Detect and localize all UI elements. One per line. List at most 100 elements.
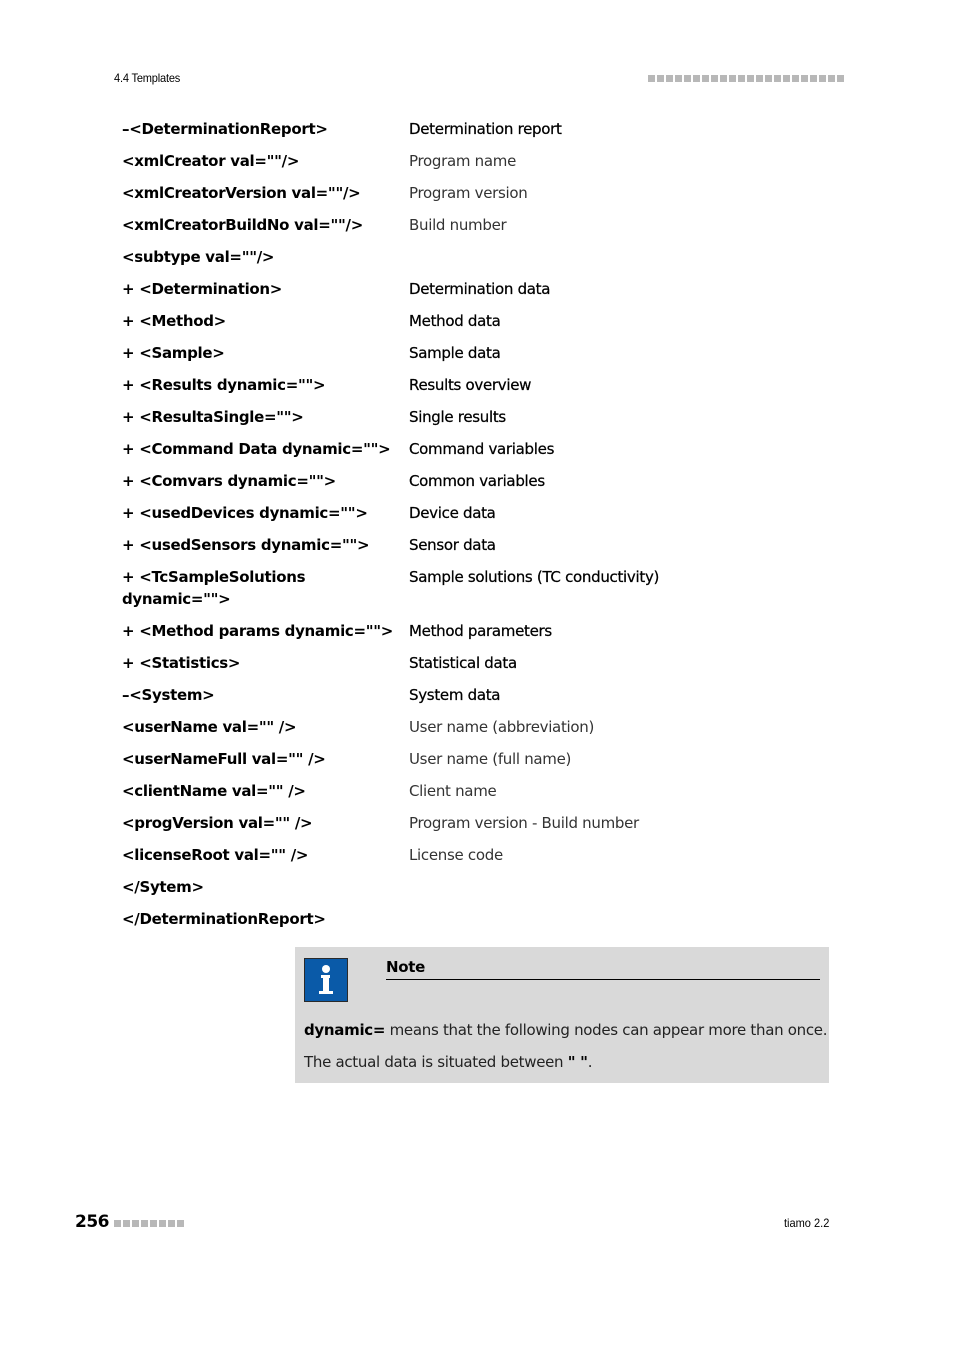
note-text-line-2: The actual data is situated between " ". (304, 1051, 592, 1073)
decoration-square (765, 75, 772, 82)
decoration-square (675, 75, 682, 82)
xml-tag: </DeterminationReport> (122, 910, 326, 928)
xml-tag: + <Determination> (122, 280, 283, 298)
table-row: <subtype val=""/> (122, 246, 842, 278)
xml-tag: + <TcSampleSolutions dynamic=""> (122, 568, 306, 608)
decoration-square (783, 75, 790, 82)
footer-decoration (114, 1220, 184, 1227)
table-row: –<System> System data (122, 684, 842, 716)
tag-description: Method data (409, 312, 501, 330)
tag-description: Results overview (409, 376, 532, 394)
note-text-2-suffix: . (587, 1053, 593, 1071)
table-row: + <usedDevices dynamic=""> Device data (122, 502, 842, 534)
xml-tag: + <Command Data dynamic=""> (122, 440, 391, 458)
decoration-square (711, 75, 718, 82)
tag-description: User name (abbreviation) (409, 718, 595, 736)
decoration-square (666, 75, 673, 82)
table-row: <userName val="" /> User name (abbreviati… (122, 716, 842, 748)
decoration-square (132, 1220, 139, 1227)
note-quotes: " " (567, 1053, 588, 1071)
tag-description: Determination report (409, 120, 562, 138)
xml-tag: + <Sample> (122, 344, 225, 362)
table-row: <clientName val="" /> Client name (122, 780, 842, 812)
tag-description: Command variables (409, 440, 555, 458)
note-title: Note (386, 957, 820, 980)
table-row: </DeterminationReport> (122, 908, 842, 940)
header-decoration (648, 75, 844, 82)
decoration-square (738, 75, 745, 82)
xml-tag: + <Method params dynamic=""> (122, 622, 394, 640)
xml-tag: <userNameFull val="" /> (122, 750, 326, 768)
table-row: <xmlCreator val=""/> Program name (122, 150, 842, 182)
decoration-square (810, 75, 817, 82)
xml-tag: –<System> (122, 686, 215, 704)
table-row: + <ResultaSingle=""> Single results (122, 406, 842, 438)
tag-description: System data (409, 686, 501, 704)
note-box: Note dynamic= means that the following n… (295, 947, 829, 1083)
decoration-square (648, 75, 655, 82)
table-row: <xmlCreatorBuildNo val=""/> Build number (122, 214, 842, 246)
tag-description: Sample solutions (TC conductivity) (409, 568, 660, 586)
decoration-square (114, 1220, 121, 1227)
table-row: + <usedSensors dynamic=""> Sensor data (122, 534, 842, 566)
decoration-square (837, 75, 844, 82)
xml-tag: + <Results dynamic=""> (122, 376, 326, 394)
decoration-square (141, 1220, 148, 1227)
xml-tag: <subtype val=""/> (122, 248, 275, 266)
table-row: + <Results dynamic=""> Results overview (122, 374, 842, 406)
table-row: + <Method> Method data (122, 310, 842, 342)
table-row: + <TcSampleSolutions dynamic=""> Sample s… (122, 566, 842, 620)
decoration-square (693, 75, 700, 82)
table-row: + <Statistics> Statistical data (122, 652, 842, 684)
decoration-square (729, 75, 736, 82)
note-text-1-rest: means that the following nodes can appea… (385, 1021, 828, 1039)
xml-tag: + <usedDevices dynamic=""> (122, 504, 368, 522)
xml-tag: –<DeterminationReport> (122, 120, 328, 138)
table-row: <licenseRoot val="" /> License code (122, 844, 842, 876)
decoration-square (747, 75, 754, 82)
decoration-square (720, 75, 727, 82)
decoration-square (159, 1220, 166, 1227)
decoration-square (774, 75, 781, 82)
tag-description: Sample data (409, 344, 501, 362)
tag-description: Program name (409, 152, 516, 170)
tag-description: Method parameters (409, 622, 552, 640)
decoration-square (123, 1220, 130, 1227)
decoration-square (756, 75, 763, 82)
xml-tag: <progVersion val="" /> (122, 814, 313, 832)
table-row: </Sytem> (122, 876, 842, 908)
tag-description: Program version (409, 184, 528, 202)
xml-tag: <clientName val="" /> (122, 782, 306, 800)
xml-tag: <xmlCreatorBuildNo val=""/> (122, 216, 363, 234)
xml-tag: + <Comvars dynamic=""> (122, 472, 336, 490)
tag-description: Determination data (409, 280, 551, 298)
decoration-square (801, 75, 808, 82)
xml-tag: + <Statistics> (122, 654, 241, 672)
table-row: + <Sample> Sample data (122, 342, 842, 374)
tag-description: License code (409, 846, 503, 864)
note-keyword: dynamic= (304, 1021, 386, 1039)
table-row: + <Comvars dynamic=""> Common variables (122, 470, 842, 502)
tag-description: User name (full name) (409, 750, 572, 768)
info-icon (304, 958, 348, 1002)
xml-tag: + <Method> (122, 312, 226, 330)
tag-description: Common variables (409, 472, 545, 490)
product-name: tiamo 2.2 (783, 1216, 829, 1230)
xml-tag: + <ResultaSingle=""> (122, 408, 304, 426)
table-row: + <Command Data dynamic=""> Command varia… (122, 438, 842, 470)
xml-tag: <userName val="" /> (122, 718, 297, 736)
xml-tag: + <usedSensors dynamic=""> (122, 536, 370, 554)
xml-tag: <xmlCreator val=""/> (122, 152, 300, 170)
xml-tag: </Sytem> (122, 878, 204, 896)
table-row: <xmlCreatorVersion val=""/> Program versi… (122, 182, 842, 214)
decoration-square (177, 1220, 184, 1227)
tag-description: Program version - Build number (409, 814, 639, 832)
decoration-square (819, 75, 826, 82)
tag-description: Single results (409, 408, 506, 426)
table-row: <userNameFull val="" /> User name (full n… (122, 748, 842, 780)
tag-description: Device data (409, 504, 496, 522)
page-number: 256 (75, 1212, 110, 1232)
table-row: + <Determination> Determination data (122, 278, 842, 310)
xml-structure-table: –<DeterminationReport> Determination repo… (122, 118, 842, 940)
xml-tag: <licenseRoot val="" /> (122, 846, 309, 864)
